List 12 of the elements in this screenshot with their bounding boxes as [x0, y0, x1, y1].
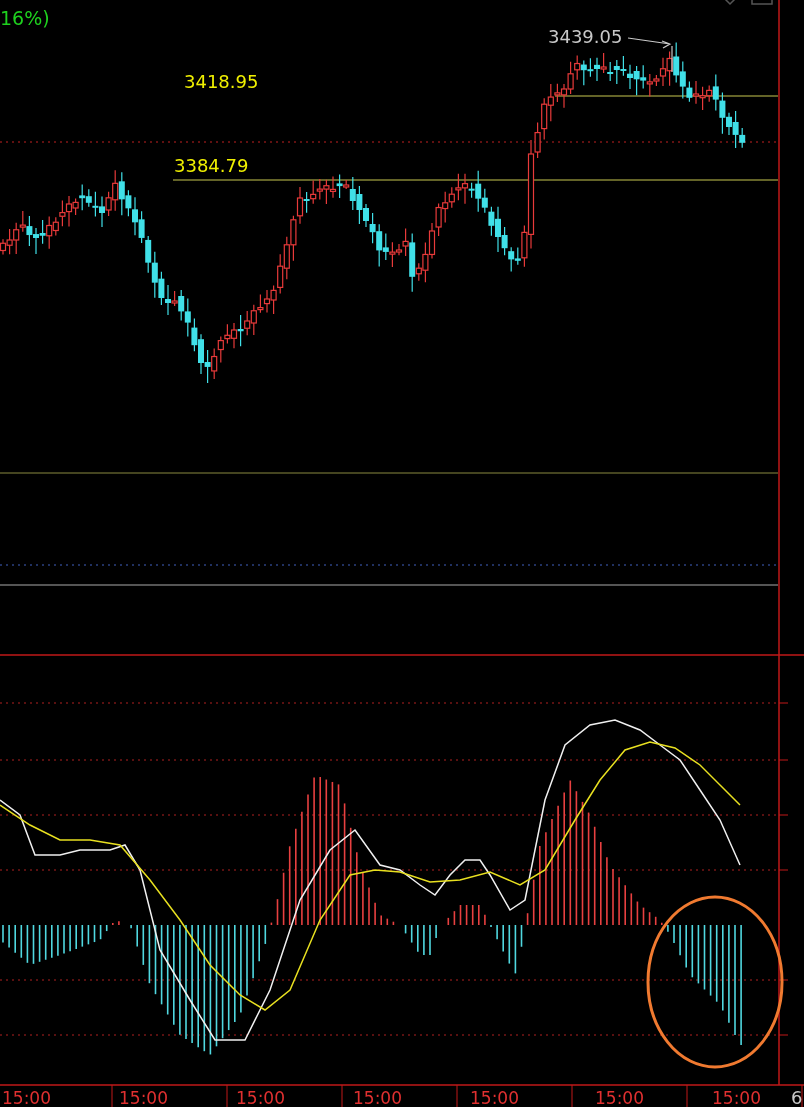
change-percent-text: 16%) [0, 7, 50, 29]
time-axis-label: 15:00 [712, 1088, 761, 1107]
time-axis-label: 15:00 [119, 1088, 168, 1107]
time-axis-label: 15:00 [595, 1088, 644, 1107]
time-axis-label: 15:00 [2, 1088, 51, 1107]
time-axis-label: 15:00 [470, 1088, 519, 1107]
price-level-label: 3384.79 [174, 155, 249, 176]
time-axis-label: 15:00 [353, 1088, 402, 1107]
high-price-label: 3439.05 [548, 26, 623, 47]
time-axis-label: 15:00 [236, 1088, 285, 1107]
price-level-label: 3418.95 [184, 71, 259, 92]
axis-value-label: 6 [791, 1087, 803, 1107]
